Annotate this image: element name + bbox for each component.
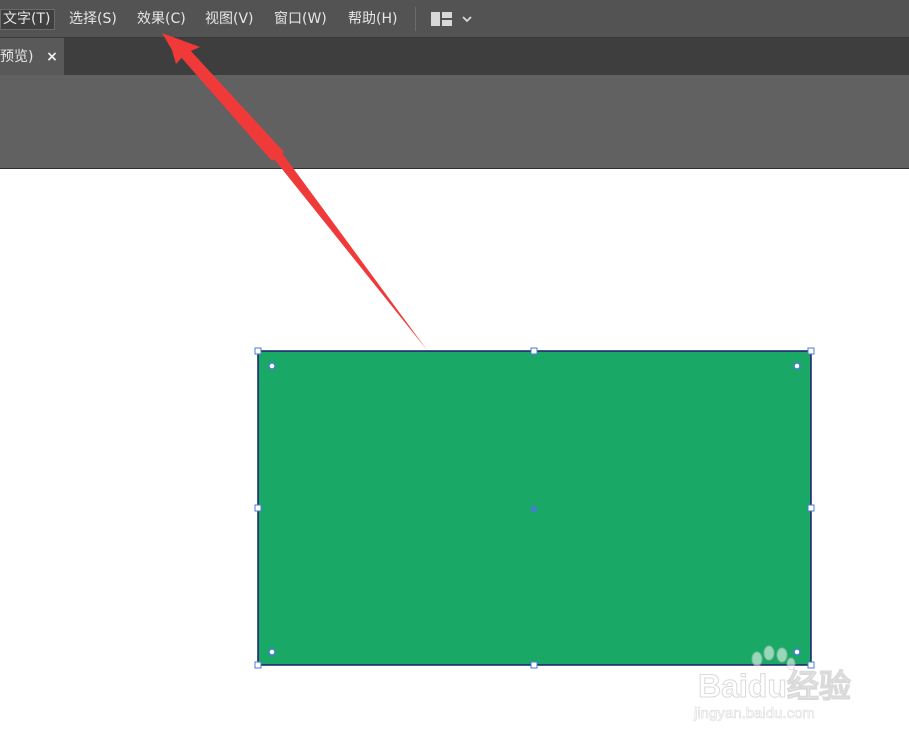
document-tab[interactable]: 预览) × [0,38,64,75]
menu-item-text[interactable]: 文字(T) [0,9,56,30]
chevron-down-icon [462,16,472,23]
menu-item-select[interactable]: 选择(S) [69,9,117,29]
workspace-layout-icon [431,12,472,26]
document-tab-bar: 预览) × [0,38,909,75]
menu-item-view[interactable]: 视图(V) [205,9,254,29]
document-tab-label: 预览) [0,49,34,65]
workspace-switcher-button[interactable] [430,10,474,28]
menu-item-effect[interactable]: 效果(C) [137,9,186,29]
control-panel-area [0,75,909,169]
menu-item-window[interactable]: 窗口(W) [274,9,327,29]
artboard-canvas[interactable] [0,169,909,744]
menu-item-help[interactable]: 帮助(H) [348,9,397,29]
menu-separator [415,7,416,31]
close-icon[interactable]: × [44,47,60,67]
menu-bar: 文字(T) 选择(S) 效果(C) 视图(V) 窗口(W) 帮助(H) [0,0,909,38]
